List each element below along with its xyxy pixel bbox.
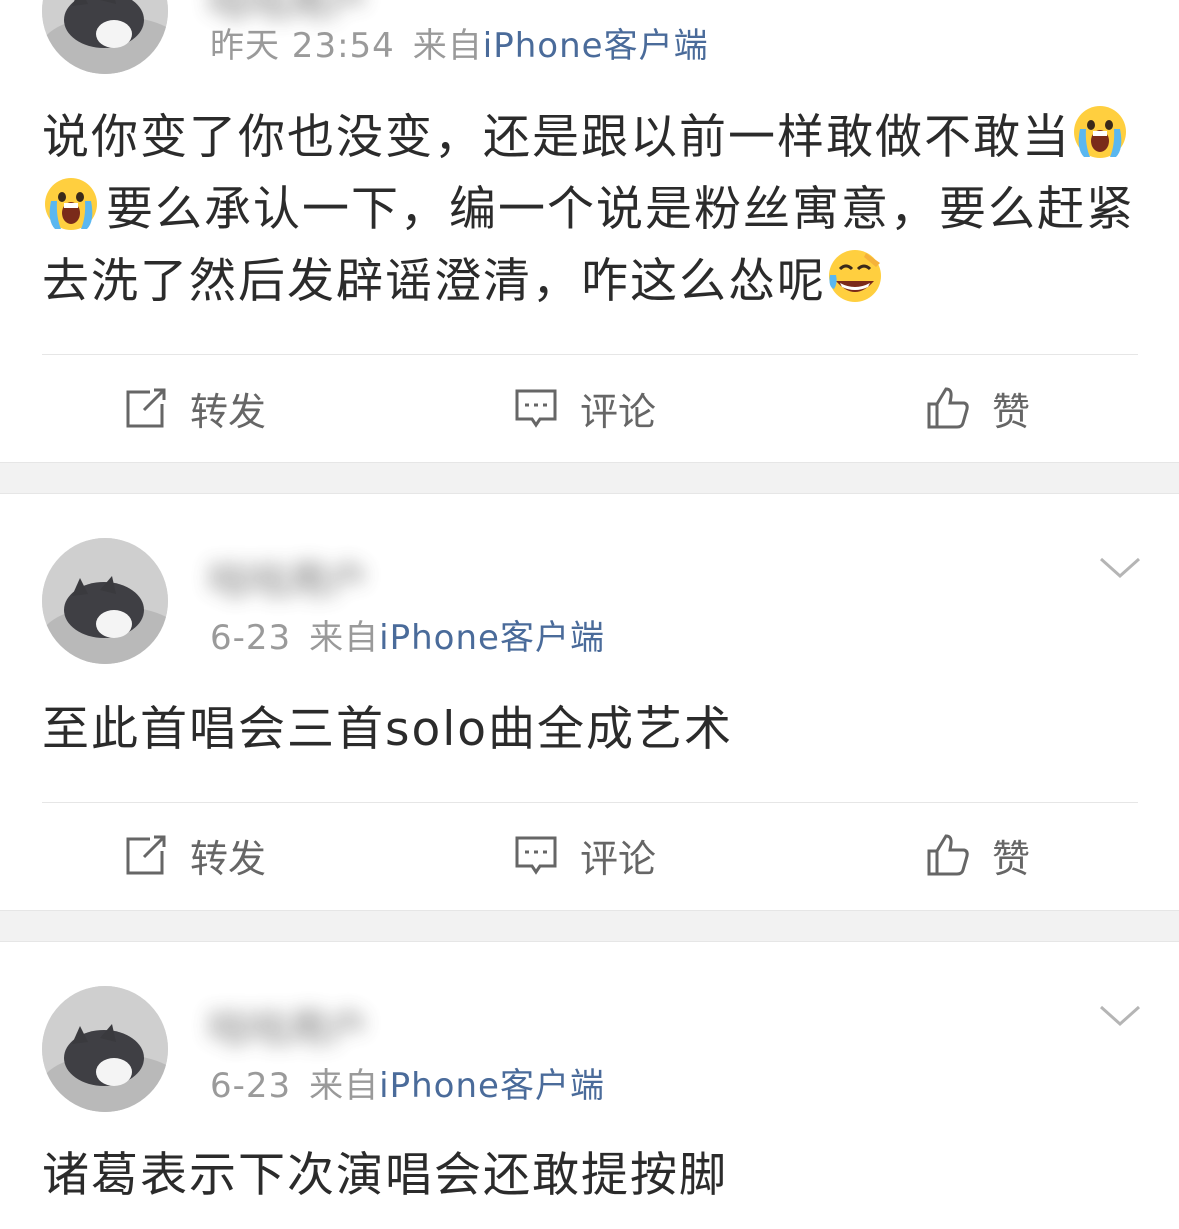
laughing-cry-emoji (826, 247, 884, 305)
post-separator (0, 462, 1179, 494)
chevron-down-icon[interactable] (1098, 1002, 1142, 1030)
share-icon (124, 386, 168, 430)
post-text: 说你变了你也没变，还是跟以前一样敢做不敢当 (42, 110, 1071, 165)
post-meta: 6-23 来自iPhone客户端 (210, 618, 605, 658)
post-separator (0, 910, 1179, 942)
weibo-post: 咕咕用户 6-23 来自iPhone客户端 诸葛表示下次演唱会还敢提按脚 (0, 942, 1179, 1229)
comment-label: 评论 (580, 389, 657, 434)
like-button[interactable]: 赞 (926, 378, 1030, 438)
thumbs-up-icon (926, 386, 970, 430)
post-content[interactable]: 说你变了你也没变，还是跟以前一样敢做不敢当 要么承认一下，编一个说是粉丝寓意，要… (42, 102, 1142, 318)
from-label: 来自 (412, 26, 483, 66)
weibo-post: 咕咕用户 6-23 来自iPhone客户端 至此首唱会三首solo曲全成艺术 转发… (0, 494, 1179, 910)
like-label: 赞 (992, 389, 1031, 434)
cat-avatar-image (42, 986, 168, 1112)
repost-button[interactable]: 转发 (124, 378, 266, 438)
crying-emoji (1071, 103, 1129, 161)
post-meta: 昨天 23:54 来自iPhone客户端 (210, 26, 709, 66)
comment-icon (514, 386, 558, 430)
repost-label: 转发 (190, 836, 267, 881)
comment-icon (514, 833, 558, 877)
source-link[interactable]: iPhone客户端 (379, 1066, 605, 1106)
like-button[interactable]: 赞 (926, 825, 1030, 885)
cat-avatar-image (42, 538, 168, 664)
cat-avatar-image (42, 0, 168, 74)
share-icon (124, 833, 168, 877)
post-content[interactable]: 诸葛表示下次演唱会还敢提按脚 (42, 1140, 1142, 1212)
source-link[interactable]: iPhone客户端 (379, 618, 605, 658)
username[interactable]: 咕咕用户 (208, 548, 368, 606)
from-label: 来自 (309, 1066, 380, 1106)
avatar[interactable] (42, 538, 168, 664)
avatar[interactable] (42, 0, 168, 74)
username[interactable]: 咕咕用户 (208, 996, 368, 1054)
weibo-post: 咕咕用户 昨天 23:54 来自iPhone客户端 说你变了你也没变，还是跟以前一… (0, 0, 1179, 462)
thumbs-up-icon (926, 833, 970, 877)
username[interactable]: 咕咕用户 (208, 0, 368, 28)
post-time: 6-23 (210, 618, 292, 658)
like-label: 赞 (992, 836, 1031, 881)
post-content[interactable]: 至此首唱会三首solo曲全成艺术 (42, 694, 1142, 766)
comment-label: 评论 (580, 836, 657, 881)
source-link[interactable]: iPhone客户端 (483, 26, 709, 66)
chevron-down-icon[interactable] (1098, 554, 1142, 582)
post-text: 要么承认一下，编一个说是粉丝寓意，要么赶紧去洗了然后发辟谣澄清，咋这么怂呢 (42, 182, 1135, 309)
post-time: 6-23 (210, 1066, 292, 1106)
comment-button[interactable]: 评论 (514, 378, 656, 438)
post-meta: 6-23 来自iPhone客户端 (210, 1066, 605, 1106)
divider (42, 802, 1138, 803)
repost-label: 转发 (190, 389, 267, 434)
post-time: 昨天 23:54 (210, 26, 395, 66)
crying-emoji (42, 175, 100, 233)
from-label: 来自 (309, 618, 380, 658)
divider (42, 354, 1138, 355)
avatar[interactable] (42, 986, 168, 1112)
repost-button[interactable]: 转发 (124, 825, 266, 885)
comment-button[interactable]: 评论 (514, 825, 656, 885)
